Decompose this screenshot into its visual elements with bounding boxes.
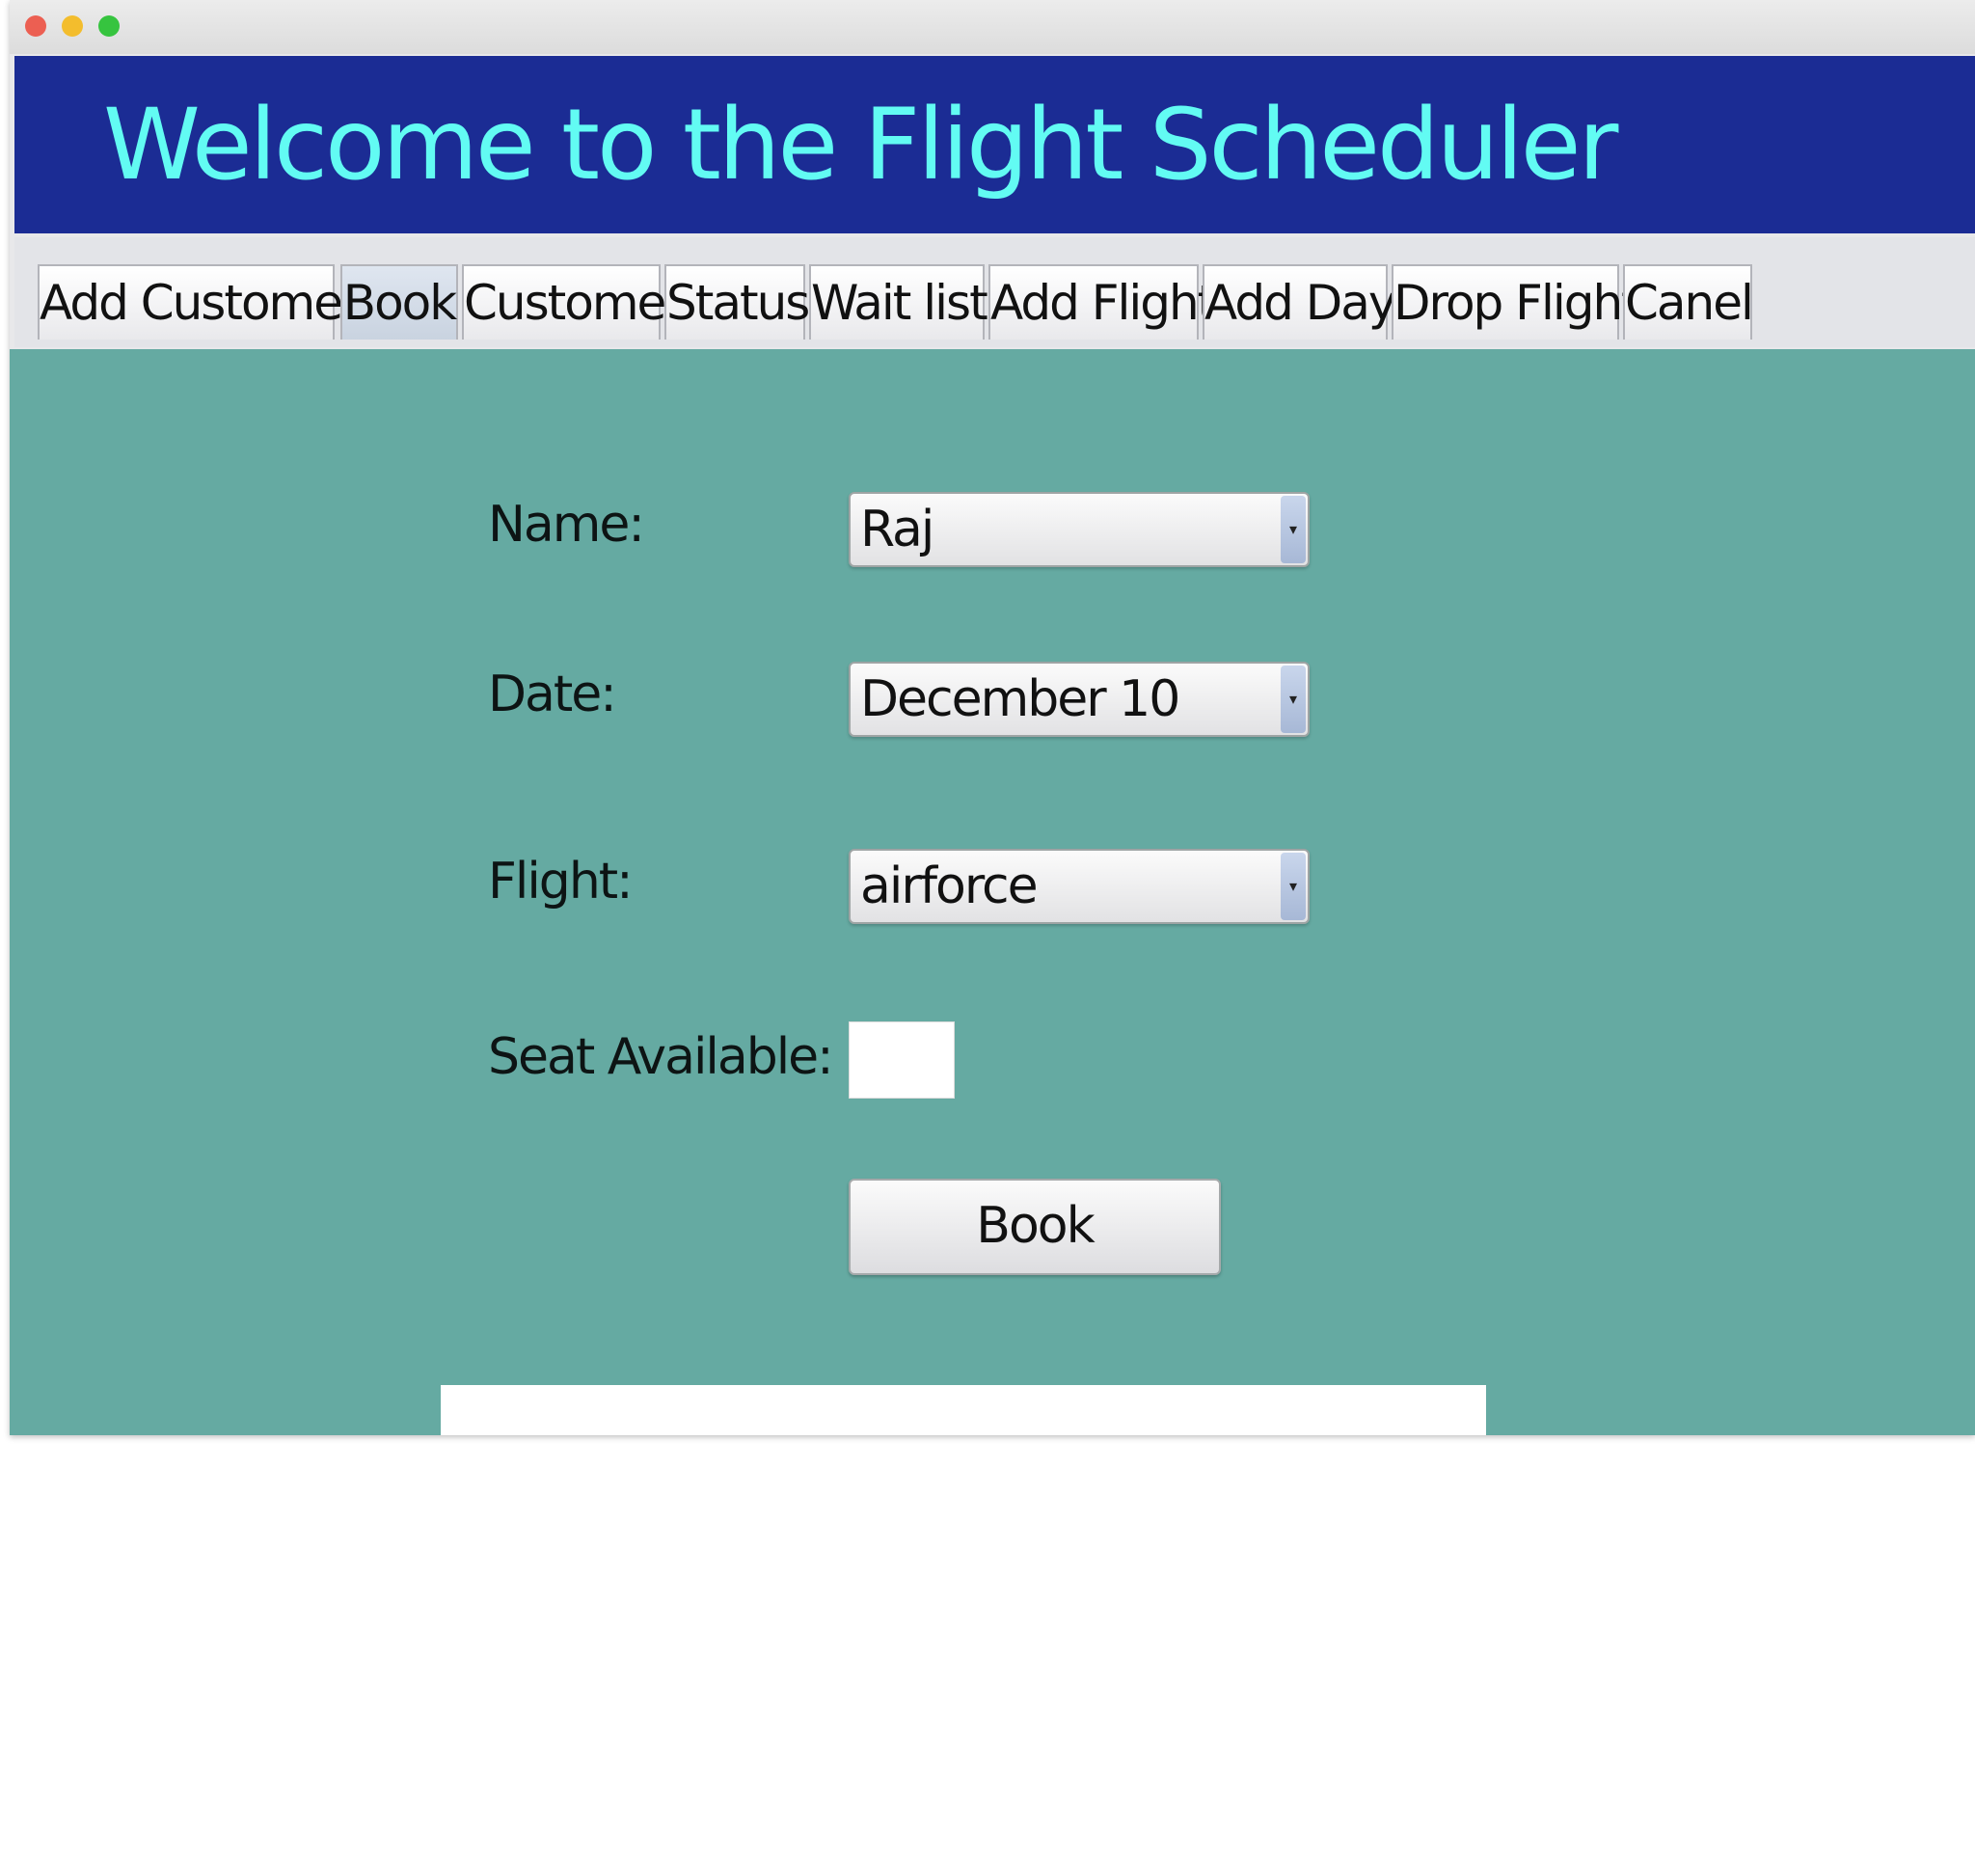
- page-title: Welcome to the Flight Scheduler: [103, 88, 1618, 203]
- tab-book[interactable]: Book: [340, 264, 458, 340]
- tab-drop-flight[interactable]: Drop Flight: [1392, 264, 1640, 340]
- tab-bar: Add Customer Book Customer Status Wait l…: [14, 237, 1975, 347]
- tab-canel[interactable]: Canel: [1623, 264, 1754, 340]
- seat-available-label: Seat Available:: [488, 1028, 834, 1086]
- date-select[interactable]: December 10 ▾: [849, 662, 1310, 737]
- tab-add-flight[interactable]: Add Flight: [988, 264, 1216, 340]
- status-output-area: [441, 1385, 1486, 1435]
- chevron-down-icon[interactable]: ▾: [1281, 666, 1306, 733]
- date-label: Date:: [488, 666, 617, 723]
- flight-select[interactable]: airforce ▾: [849, 849, 1310, 924]
- seat-available-field[interactable]: [849, 1021, 955, 1099]
- date-select-value: December 10: [860, 670, 1180, 728]
- flight-label: Flight:: [488, 853, 634, 911]
- tab-add-day[interactable]: Add Day: [1203, 264, 1396, 340]
- header-banner: Welcome to the Flight Scheduler: [14, 56, 1975, 233]
- book-button[interactable]: Book: [849, 1179, 1221, 1275]
- tab-wait-list[interactable]: Wait list: [809, 264, 988, 340]
- close-window-button[interactable]: [25, 15, 46, 37]
- minimize-window-button[interactable]: [62, 15, 83, 37]
- tab-status[interactable]: Status: [664, 264, 810, 340]
- app-window: Welcome to the Flight Scheduler Add Cust…: [10, 0, 1975, 1435]
- name-select[interactable]: Raj ▾: [849, 492, 1310, 567]
- zoom-window-button[interactable]: [98, 15, 120, 37]
- tab-add-customer[interactable]: Add Customer: [38, 264, 362, 340]
- flight-select-value: airforce: [860, 857, 1039, 915]
- tab-customer[interactable]: Customer: [462, 264, 685, 340]
- chevron-down-icon[interactable]: ▾: [1281, 496, 1306, 563]
- book-panel: Name: Raj ▾ Date: December 10 ▾ Flight: …: [10, 349, 1975, 1435]
- name-label: Name:: [488, 496, 645, 554]
- name-select-value: Raj: [860, 501, 934, 558]
- title-bar: [10, 0, 1975, 54]
- chevron-down-icon[interactable]: ▾: [1281, 853, 1306, 920]
